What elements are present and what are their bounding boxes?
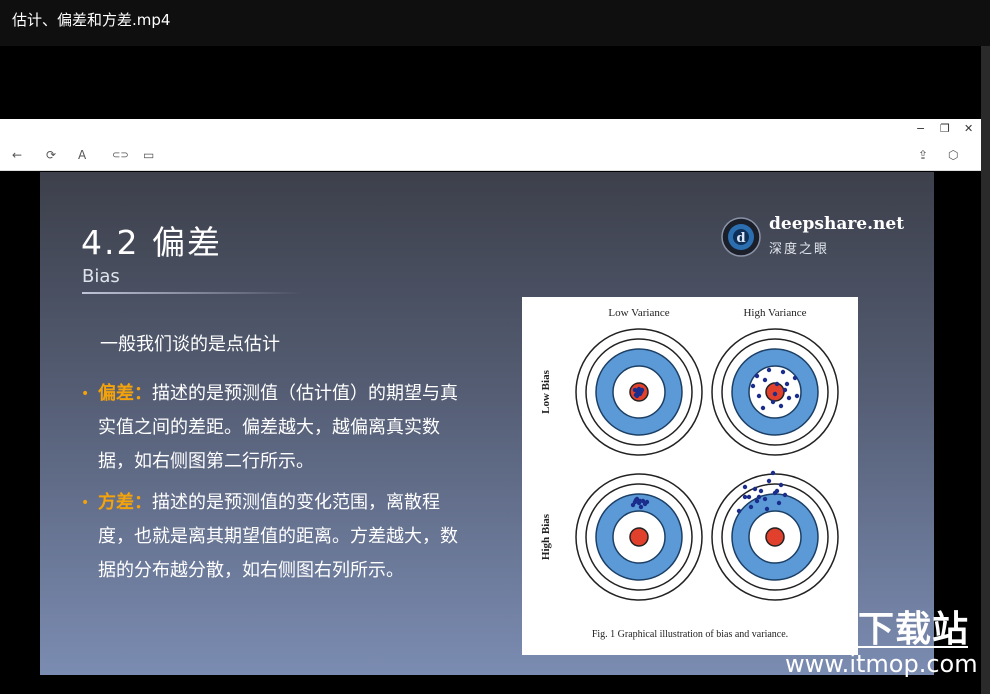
watermark-cn: 下载站 — [858, 609, 970, 650]
sample-dot — [770, 399, 776, 405]
scrollbar-strip — [981, 46, 990, 694]
bullet-key: 偏差： — [98, 383, 152, 404]
sample-dot — [782, 387, 788, 393]
targets-diagram: Low Variance High Variance Low Bias High… — [540, 307, 839, 601]
watermark-divider — [858, 646, 968, 648]
col-label: High Variance — [743, 307, 806, 319]
sample-dot — [794, 393, 800, 399]
svg-text:d: d — [736, 231, 745, 246]
sample-dot — [632, 499, 638, 505]
sample-dot — [762, 496, 768, 502]
logo-name: deepshare.net — [769, 214, 905, 234]
sample-dot — [736, 508, 742, 514]
read-aloud-icon[interactable]: A — [78, 148, 86, 162]
target-ring — [629, 527, 649, 547]
target-ring — [765, 527, 785, 547]
intro-text: 一般我们谈的是点估计 — [100, 334, 280, 355]
close-icon[interactable]: ✕ — [964, 122, 973, 135]
title-underline — [82, 292, 302, 294]
sample-dot — [754, 373, 760, 379]
sample-dot — [758, 488, 764, 494]
bullet-key: 方差： — [98, 492, 152, 513]
watermark-url: www.itmop.com — [785, 650, 978, 678]
target-low-bias-low-variance — [575, 328, 703, 456]
back-icon[interactable]: ← — [12, 148, 22, 162]
sample-dot — [638, 504, 644, 510]
sample-dot — [776, 500, 782, 506]
bias-variance-figure: Low Variance High Variance Low Bias High… — [522, 297, 858, 655]
sample-dot — [742, 494, 748, 500]
sample-dot — [632, 387, 638, 393]
minimize-icon[interactable]: − — [916, 122, 925, 135]
deepshare-eye-logo-icon: d — [721, 217, 761, 257]
sample-dot — [637, 498, 643, 504]
sample-dot — [774, 381, 780, 387]
sample-dot — [766, 367, 772, 373]
sample-dot — [784, 381, 790, 387]
bullet-bias: • 偏差：描述的是预测值（估计值）的期望与真实值之间的差距。偏差越大，越偏离真实… — [81, 377, 481, 481]
tab-icon[interactable]: ▭ — [143, 148, 154, 162]
sample-dot — [756, 393, 762, 399]
bullet-dot-icon: • — [81, 495, 90, 511]
browser-toolbar: ← ⟳ A ⊂⊃ ▭ ⇪ ⬡ — [0, 143, 981, 171]
target-high-bias-low-variance — [575, 473, 703, 601]
sample-dot — [782, 492, 788, 498]
sample-dot — [637, 388, 643, 394]
sample-dot — [766, 478, 772, 484]
sample-dot — [780, 369, 786, 375]
sample-dot — [756, 494, 762, 500]
sample-dot — [762, 377, 768, 383]
sample-dot — [786, 395, 792, 401]
video-title: 估计、偏差和方差.mp4 — [0, 0, 990, 46]
restore-icon[interactable]: ❐ — [940, 122, 950, 135]
refresh-icon[interactable]: ⟳ — [46, 148, 56, 162]
share-icon[interactable]: ⇪ — [918, 148, 928, 162]
window-titlebar: − ❐ ✕ — [0, 119, 981, 143]
figure-caption: Fig. 1 Graphical illustration of bias an… — [591, 629, 789, 640]
sample-dot — [754, 498, 760, 504]
sample-dot — [750, 383, 756, 389]
bullet-variance: • 方差：描述的是预测值的变化范围，离散程度，也就是离其期望值的距离。方差越大，… — [81, 486, 481, 590]
bullet-dot-icon: • — [81, 386, 90, 402]
sample-dot — [748, 504, 754, 510]
col-label: Low Variance — [608, 307, 669, 319]
sample-dot — [770, 470, 776, 476]
row-label: High Bias — [540, 513, 552, 560]
slide: 4.2 偏差 Bias d deepshare.net 深度之眼 一般我们谈的是… — [40, 172, 934, 675]
sample-dot — [644, 499, 650, 505]
sample-dot — [764, 506, 770, 512]
row-label: Low Bias — [540, 369, 552, 413]
link-icon[interactable]: ⊂⊃ — [112, 150, 129, 161]
sample-dot — [778, 403, 784, 409]
sample-dot — [774, 488, 780, 494]
slide-title: 4.2 偏差 — [81, 223, 222, 262]
sample-dot — [752, 486, 758, 492]
sample-dot — [760, 405, 766, 411]
bullet-text: 描述的是预测值（估计值）的期望与真实值之间的差距。偏差越大，越偏离真实数据，如右… — [98, 383, 458, 472]
browser-window: − ❐ ✕ ← ⟳ A ⊂⊃ ▭ ⇪ ⬡ 4.2 偏差 Bias d deeps… — [0, 119, 981, 675]
sample-dot — [792, 375, 798, 381]
target-low-bias-high-variance — [711, 328, 839, 456]
bullet-text: 描述的是预测值的变化范围，离散程度，也就是离其期望值的距离。方差越大，数据的分布… — [98, 492, 458, 581]
logo-cn: 深度之眼 — [769, 242, 830, 257]
sample-dot — [772, 391, 778, 397]
slide-subtitle: Bias — [82, 266, 120, 287]
sample-dot — [742, 484, 748, 490]
sample-dot — [634, 393, 640, 399]
sample-dot — [778, 482, 784, 488]
extension-icon[interactable]: ⬡ — [948, 148, 958, 162]
target-high-bias-high-variance — [711, 470, 839, 601]
sample-dot — [746, 494, 752, 500]
